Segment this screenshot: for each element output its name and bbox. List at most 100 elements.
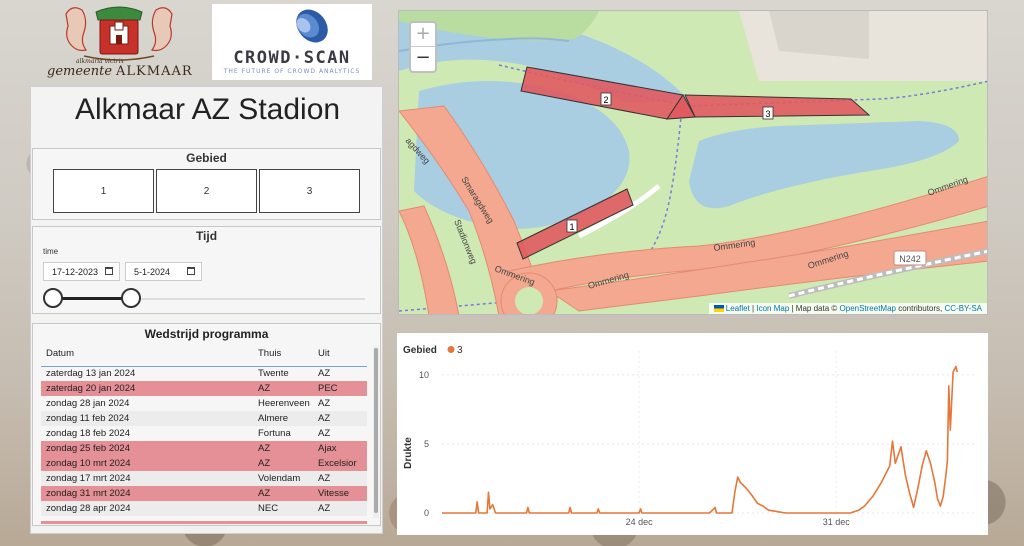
- time-label: time: [43, 247, 59, 256]
- start-date-input[interactable]: 17-12-2023: [43, 262, 120, 281]
- area-button-1[interactable]: 1: [53, 169, 154, 213]
- column-header-uit[interactable]: Uit: [313, 344, 367, 367]
- table-row[interactable]: zaterdag 20 jan 2024 AZ PEC: [41, 381, 367, 396]
- time-slider-start-handle[interactable]: [43, 288, 63, 308]
- table-row[interactable]: zondag 25 feb 2024 AZ Ajax: [41, 441, 367, 456]
- table-cell-uit: AZ: [313, 501, 367, 516]
- table-cell-datum: zondag 31 mrt 2024: [41, 486, 253, 501]
- table-scrollbar[interactable]: [373, 346, 379, 518]
- zoom-out-button[interactable]: −: [411, 47, 435, 71]
- y-tick-label: 10: [419, 370, 429, 380]
- zoom-control: + −: [409, 21, 437, 73]
- contributors-text: contributors,: [898, 304, 943, 313]
- table-cell-thuis: Fortuna: [258, 428, 291, 439]
- crowdscan-name: CROWD·SCAN: [233, 48, 351, 68]
- leaflet-link[interactable]: Leaflet: [726, 304, 750, 313]
- table-cell-uit: PEC: [313, 381, 367, 396]
- area-button-3[interactable]: 3: [259, 169, 360, 213]
- coat-of-arms-icon: [65, 6, 173, 61]
- table-cell-uit: AZ: [318, 368, 331, 380]
- gebied-title: Gebied: [186, 151, 227, 165]
- series-line-3[interactable]: [442, 365, 959, 514]
- table-cell-datum: zondag 10 mrt 2024: [41, 456, 253, 471]
- table-row[interactable]: zondag 11 feb 2024 Almere AZ: [41, 411, 367, 426]
- zoom-in-button[interactable]: +: [411, 23, 435, 47]
- table-cell-uit: AZ: [318, 398, 331, 409]
- iconmap-link[interactable]: Icon Map: [756, 304, 789, 313]
- end-date-value: 5-1-2024: [134, 267, 171, 277]
- time-slider-end-handle[interactable]: [120, 288, 141, 308]
- table-cell-datum: zondag 28 apr 2024: [41, 501, 253, 516]
- chart-canvas: Gebied 3 Drukte 0 5 10 24 dec 31 dec: [403, 345, 977, 527]
- zone-label-3: 3: [765, 109, 770, 119]
- crowdscan-tagline: THE FUTURE OF CROWD ANALYTICS: [223, 68, 361, 75]
- crowdscan-logo: CROWD·SCAN THE FUTURE OF CROWD ANALYTICS: [212, 4, 372, 80]
- zone-label-2: 2: [603, 95, 608, 105]
- crowdscan-mark-icon: [296, 9, 328, 43]
- table-cell-datum: zondag 17 mrt 2024: [41, 471, 253, 486]
- table-cell-thuis: NEC: [253, 501, 313, 516]
- table-cell-thuis: AZ: [253, 441, 313, 456]
- calendar-icon: [187, 267, 195, 275]
- map-data-text: Map data ©: [795, 304, 838, 313]
- table-cell-thuis: Heerenveen: [258, 398, 310, 409]
- table-row[interactable]: zondag 18 feb 2024 Fortuna AZ: [41, 426, 367, 441]
- programma-title: Wedstrijd programma: [144, 327, 269, 341]
- gebied-box: Gebied 1 2 3: [32, 148, 381, 220]
- map[interactable]: N242 Ommering Ommering Ommering Ommering…: [398, 10, 988, 315]
- start-date-value: 17-12-2023: [52, 267, 99, 277]
- table-row[interactable]: zaterdag 13 jan 2024 Twente AZ: [41, 366, 367, 381]
- table-cell-thuis: AZ: [253, 456, 313, 471]
- chart-grid: 0 5 10 24 dec 31 dec: [419, 351, 977, 527]
- drukte-chart: Gebied 3 Drukte 0 5 10 24 dec 31 dec: [397, 333, 988, 535]
- time-slider-selection: [53, 297, 131, 300]
- map-attribution: Leaflet | Icon Map | Map data © OpenStre…: [708, 303, 987, 314]
- map-canvas[interactable]: N242 Ommering Ommering Ommering Ommering…: [399, 11, 988, 315]
- table-cell-uit: AZ: [318, 428, 331, 439]
- table-cell-uit: Vitesse: [313, 486, 367, 501]
- table-cell-thuis: AZ: [253, 486, 313, 501]
- table-cell-thuis: AZ: [253, 381, 313, 396]
- table-row[interactable]: zondag 28 apr 2024 NEC AZ: [41, 501, 367, 516]
- table-cell-datum: zondag 25 feb 2024: [41, 441, 253, 456]
- legend-series-name[interactable]: 3: [457, 345, 463, 356]
- road-label-n242: N242: [899, 254, 921, 264]
- match-table: Datum Thuis Uit zaterdag 13 jan 2024 Twen…: [41, 344, 367, 516]
- column-header-datum[interactable]: Datum: [41, 344, 253, 367]
- osm-link[interactable]: OpenStreetMap: [840, 304, 896, 313]
- zone-label-1: 1: [569, 222, 574, 232]
- chart-legend-title: Gebied: [403, 345, 437, 356]
- calendar-icon: [105, 267, 113, 275]
- scrollbar-thumb[interactable]: [374, 348, 378, 513]
- table-cell-datum: zondag 11 feb 2024: [41, 411, 253, 426]
- table-cell-uit: Excelsior: [313, 456, 367, 471]
- table-cell-thuis: Almere: [253, 411, 313, 426]
- programma-box: Wedstrijd programma Datum Thuis Uit zate…: [32, 323, 381, 526]
- match-table-body: zaterdag 13 jan 2024 Twente AZ zaterdag 20 …: [41, 366, 367, 516]
- chart-ylabel: Drukte: [403, 437, 414, 469]
- tijd-title: Tijd: [195, 229, 218, 243]
- table-cell-thuis: Twente: [258, 368, 289, 380]
- legend-swatch-icon: [447, 346, 455, 353]
- alkmaar-wordmark: gemeente ALKMAAR: [47, 64, 193, 79]
- table-cell-datum: zondag 28 jan 2024: [46, 398, 130, 409]
- table-header-row: Datum Thuis Uit: [41, 344, 367, 367]
- y-tick-label: 0: [424, 508, 429, 518]
- table-row[interactable]: zondag 31 mrt 2024 AZ Vitesse: [41, 486, 367, 501]
- x-tick-label: 31 dec: [823, 517, 851, 527]
- column-header-thuis[interactable]: Thuis: [253, 344, 313, 367]
- alkmaar-prefix: gemeente: [47, 64, 113, 79]
- license-link[interactable]: CC-BY-SA: [945, 304, 983, 313]
- table-row[interactable]: zondag 28 jan 2024 Heerenveen AZ: [41, 396, 367, 411]
- tijd-box: Tijd time 17-12-2023 5-1-2024: [32, 226, 381, 314]
- area-button-2[interactable]: 2: [156, 169, 257, 213]
- table-cell-uit: AZ: [313, 471, 367, 486]
- alkmaar-name: ALKMAAR: [116, 64, 193, 79]
- table-row-partial: [41, 521, 367, 524]
- zone-3-polygon[interactable]: [684, 94, 871, 118]
- end-date-input[interactable]: 5-1-2024: [125, 262, 202, 281]
- table-row[interactable]: zondag 17 mrt 2024 Volendam AZ: [41, 471, 367, 486]
- table-row[interactable]: zondag 10 mrt 2024 AZ Excelsior: [41, 456, 367, 471]
- x-tick-label: 24 dec: [626, 517, 654, 527]
- table-cell-uit: AZ: [313, 411, 367, 426]
